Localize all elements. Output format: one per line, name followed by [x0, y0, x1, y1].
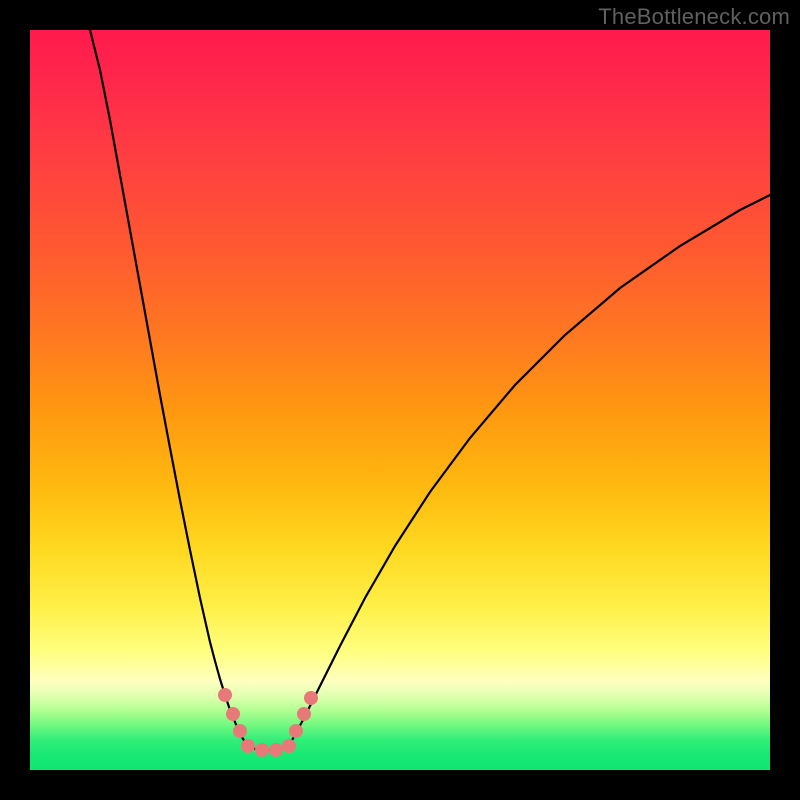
marker-dots [218, 688, 318, 757]
marker-dot [255, 743, 269, 757]
chart-container: TheBottleneck.com [0, 0, 800, 800]
marker-dot [269, 743, 283, 757]
marker-dot [304, 691, 318, 705]
left-branch-line [90, 30, 248, 747]
marker-dot [241, 739, 255, 753]
watermark-text: TheBottleneck.com [598, 4, 790, 30]
marker-dot [233, 724, 247, 738]
curve-layer [30, 30, 770, 770]
plot-area [30, 30, 770, 770]
right-branch-line [288, 195, 770, 747]
marker-dot [289, 724, 303, 738]
marker-dot [226, 707, 240, 721]
marker-dot [218, 688, 232, 702]
marker-dot [282, 739, 296, 753]
marker-dot [297, 707, 311, 721]
